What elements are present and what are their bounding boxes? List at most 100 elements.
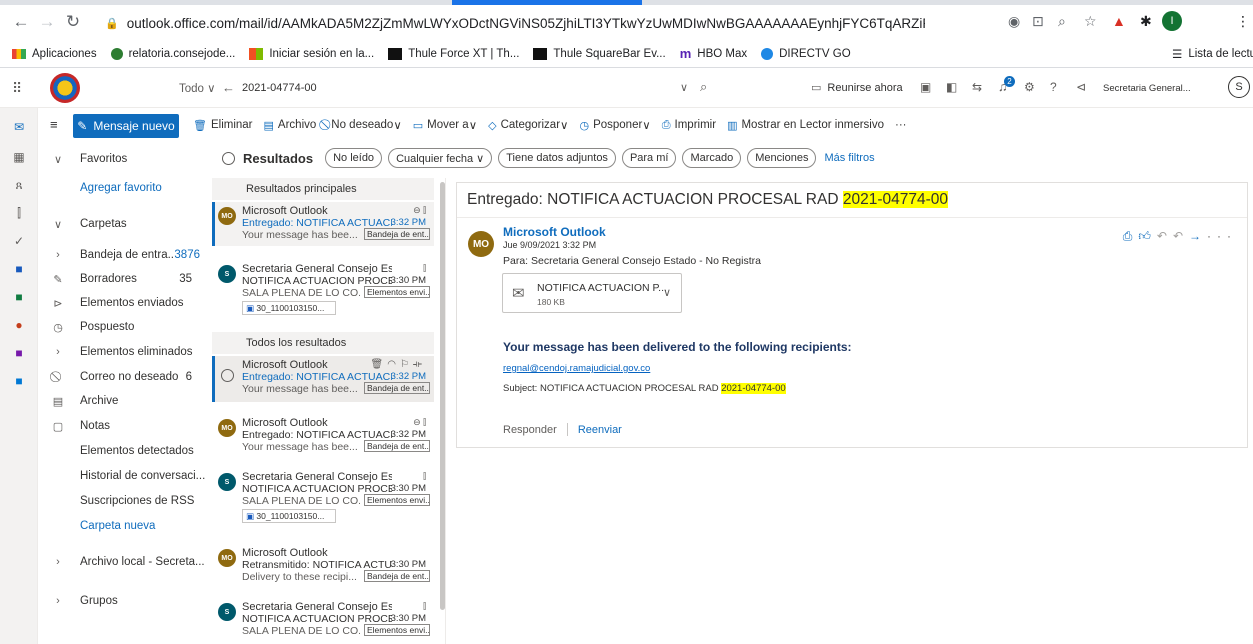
folder-drafts[interactable]: ✎ Borradores 35	[38, 267, 210, 291]
junk-button[interactable]: ⃠No deseado ∨	[327, 118, 401, 132]
bookmark-iniciar-sesion[interactable]: Iniciar sesión en la...	[249, 48, 374, 60]
attachment-card[interactable]: ✉ NOTIFICA ACTUACION P... 180 KB ∨	[502, 273, 682, 313]
reply-all-icon[interactable]: ↶	[1173, 229, 1189, 243]
reading-list[interactable]: ☰ Lista de lectura	[1172, 47, 1253, 61]
star-icon[interactable]: ☆	[1084, 13, 1097, 30]
message-list-scrollbar[interactable]	[440, 182, 445, 610]
address-bar[interactable]: 🔒 outlook.office.com/mail/id/AAMkADA5M2Z…	[105, 10, 925, 36]
categorize-button[interactable]: ◇ Categorizar ∨	[488, 118, 568, 132]
new-folder-link[interactable]: Carpeta nueva	[38, 514, 210, 538]
hamburger-icon[interactable]: ≡	[50, 117, 58, 132]
new-message-button[interactable]: ✎ Mensaje nuevo	[73, 114, 179, 138]
folder-local-archive[interactable]: › Archivo local - Secreta...	[38, 550, 210, 574]
feedback-icon[interactable]: ⊲	[1076, 80, 1086, 94]
attachment-icon[interactable]: ⫿	[11, 206, 27, 222]
search-expand-icon[interactable]: ∨	[680, 81, 688, 94]
folder-rss[interactable]: Suscripciones de RSS	[38, 489, 210, 513]
forward-link[interactable]: Reenviar	[578, 424, 622, 436]
message-item[interactable]: S Secretaria General Consejo Estado -...…	[212, 598, 434, 644]
whats-new-icon[interactable]: ⇆	[972, 80, 982, 94]
todo-icon[interactable]: ✓	[11, 234, 27, 250]
search-input[interactable]: 2021-04774-00	[242, 82, 317, 94]
search-back-icon[interactable]: ←	[222, 80, 235, 95]
folder-conversation-history[interactable]: Historial de conversaci...	[38, 464, 210, 488]
archive-button[interactable]: ▤ Archivo	[264, 119, 317, 132]
sender-name[interactable]: Microsoft Outlook	[503, 225, 606, 239]
bookmark-thule-squarebar[interactable]: Thule SquareBar Ev...	[533, 48, 666, 60]
office-icon[interactable]: ◧	[946, 80, 957, 94]
attachment-chip[interactable]: ▣ 30_1100103150...	[242, 301, 336, 315]
folder-junk[interactable]: ⃠Correo no deseado6	[38, 365, 210, 389]
message-item[interactable]: MO Microsoft Outlook ⊖ ⫿ Entregado: NOTI…	[212, 414, 434, 458]
delete-button[interactable]: 🗑 Eliminar	[193, 119, 253, 132]
filter-flagged[interactable]: Marcado	[682, 148, 742, 168]
onenote-icon[interactable]: ■	[11, 346, 27, 362]
sender-avatar[interactable]: MO	[468, 231, 494, 257]
folder-detected[interactable]: Elementos detectados	[38, 439, 210, 463]
more-filters-link[interactable]: Más filtros	[824, 152, 874, 164]
profile-avatar[interactable]: I	[1162, 11, 1182, 31]
pdf-extension-icon[interactable]: ▲	[1112, 13, 1126, 29]
yammer-icon[interactable]: ■	[11, 374, 27, 390]
reload-icon[interactable]: ↻	[60, 12, 86, 32]
people-icon[interactable]: ጸ	[11, 178, 27, 194]
snooze-button[interactable]: ◷ Posponer ∨	[579, 118, 650, 132]
reply-link[interactable]: Responder	[503, 424, 557, 436]
teams-icon[interactable]: ▣	[920, 80, 931, 94]
folder-inbox[interactable]: › Bandeja de entra... 3876	[38, 243, 210, 267]
folders-header[interactable]: ∨ Carpetas	[38, 212, 210, 236]
add-favorite-link[interactable]: Agregar favorito	[38, 176, 210, 200]
calendar-icon[interactable]: ▦	[11, 150, 27, 166]
favorites-header[interactable]: ∨ Favoritos	[38, 147, 210, 171]
folder-notes[interactable]: ▢ Notas	[38, 414, 210, 438]
filter-date[interactable]: Cualquier fecha ∨	[388, 148, 493, 168]
filter-mentions[interactable]: Menciones	[747, 148, 817, 168]
forward-icon[interactable]: →	[1189, 229, 1207, 243]
print-button[interactable]: ⎙ Imprimir	[662, 119, 716, 132]
message-item[interactable]: S Secretaria General Consejo Estado -...…	[212, 468, 434, 534]
filter-to-me[interactable]: Para mí	[621, 148, 677, 168]
chevron-down-icon[interactable]: ∨	[663, 286, 671, 299]
print-icon[interactable]: ⎙	[1123, 229, 1139, 243]
back-icon[interactable]: ←	[8, 12, 34, 32]
immersive-reader-button[interactable]: ▥ Mostrar en Lector inmersivo	[727, 119, 884, 132]
filter-unread[interactable]: No leído	[325, 148, 383, 168]
filter-attachments[interactable]: Tiene datos adjuntos	[498, 148, 616, 168]
bookmark-apps[interactable]: Aplicaciones	[12, 48, 97, 60]
zoom-icon[interactable]: ⌕	[1058, 13, 1066, 30]
eye-icon[interactable]: ◉	[1008, 13, 1020, 30]
folder-postponed[interactable]: ◷ Pospuesto	[38, 315, 210, 339]
bookmark-directv[interactable]: DIRECTV GO	[761, 48, 851, 60]
move-button[interactable]: ▭ Mover a ∨	[413, 118, 477, 132]
user-avatar[interactable]: S	[1228, 76, 1250, 98]
message-item[interactable]: MO Microsoft Outlook ⊖ ⫿ Entregado: NOTI…	[212, 202, 434, 246]
select-checkbox[interactable]	[221, 369, 234, 382]
like-icon[interactable]: 👍︎	[1138, 229, 1157, 243]
bookmark-thule-force[interactable]: Thule Force XT | Th...	[388, 48, 519, 60]
user-name[interactable]: Secretaria General...	[1103, 83, 1191, 94]
more-icon[interactable]: ···	[1207, 229, 1237, 243]
word-icon[interactable]: ■	[11, 262, 27, 278]
search-icon[interactable]: ⌕	[700, 79, 707, 95]
install-icon[interactable]: ⊡	[1032, 13, 1044, 30]
bookmark-relatoria[interactable]: relatoria.consejode...	[110, 48, 235, 60]
excel-icon[interactable]: ■	[11, 290, 27, 306]
message-item[interactable]: MO Microsoft Outlook Retransmitido: NOTI…	[212, 544, 434, 588]
attachment-chip[interactable]: ▣ 30_1100103150...	[242, 509, 336, 523]
recipient-link[interactable]: regnal@cendoj.ramajudicial.gov.co	[503, 363, 650, 374]
reply-icon[interactable]: ↶	[1157, 229, 1173, 243]
message-item[interactable]: S Secretaria General Consejo Estado -...…	[212, 260, 434, 326]
menu-kebab-icon[interactable]: ⋮	[1236, 13, 1250, 30]
folder-groups[interactable]: › Grupos	[38, 589, 210, 613]
folder-archive[interactable]: ▤ Archive	[38, 389, 210, 413]
more-commands-icon[interactable]: ···	[895, 119, 907, 131]
app-launcher-icon[interactable]: ⠿	[12, 80, 22, 97]
search-scope-dropdown[interactable]: Todo ∨	[179, 81, 216, 95]
extensions-icon[interactable]: ✱	[1140, 13, 1152, 30]
gear-icon[interactable]: ⚙	[1024, 80, 1035, 94]
select-all-icon[interactable]	[222, 151, 235, 165]
folder-deleted[interactable]: › Elementos eliminados	[38, 340, 210, 364]
powerpoint-icon[interactable]: ●	[11, 318, 27, 334]
message-item-selected[interactable]: Microsoft Outlook 🗑◠⚐⟛ Entregado: NOTIFI…	[212, 356, 434, 402]
folder-sent[interactable]: ⊳ Elementos enviados	[38, 291, 210, 315]
